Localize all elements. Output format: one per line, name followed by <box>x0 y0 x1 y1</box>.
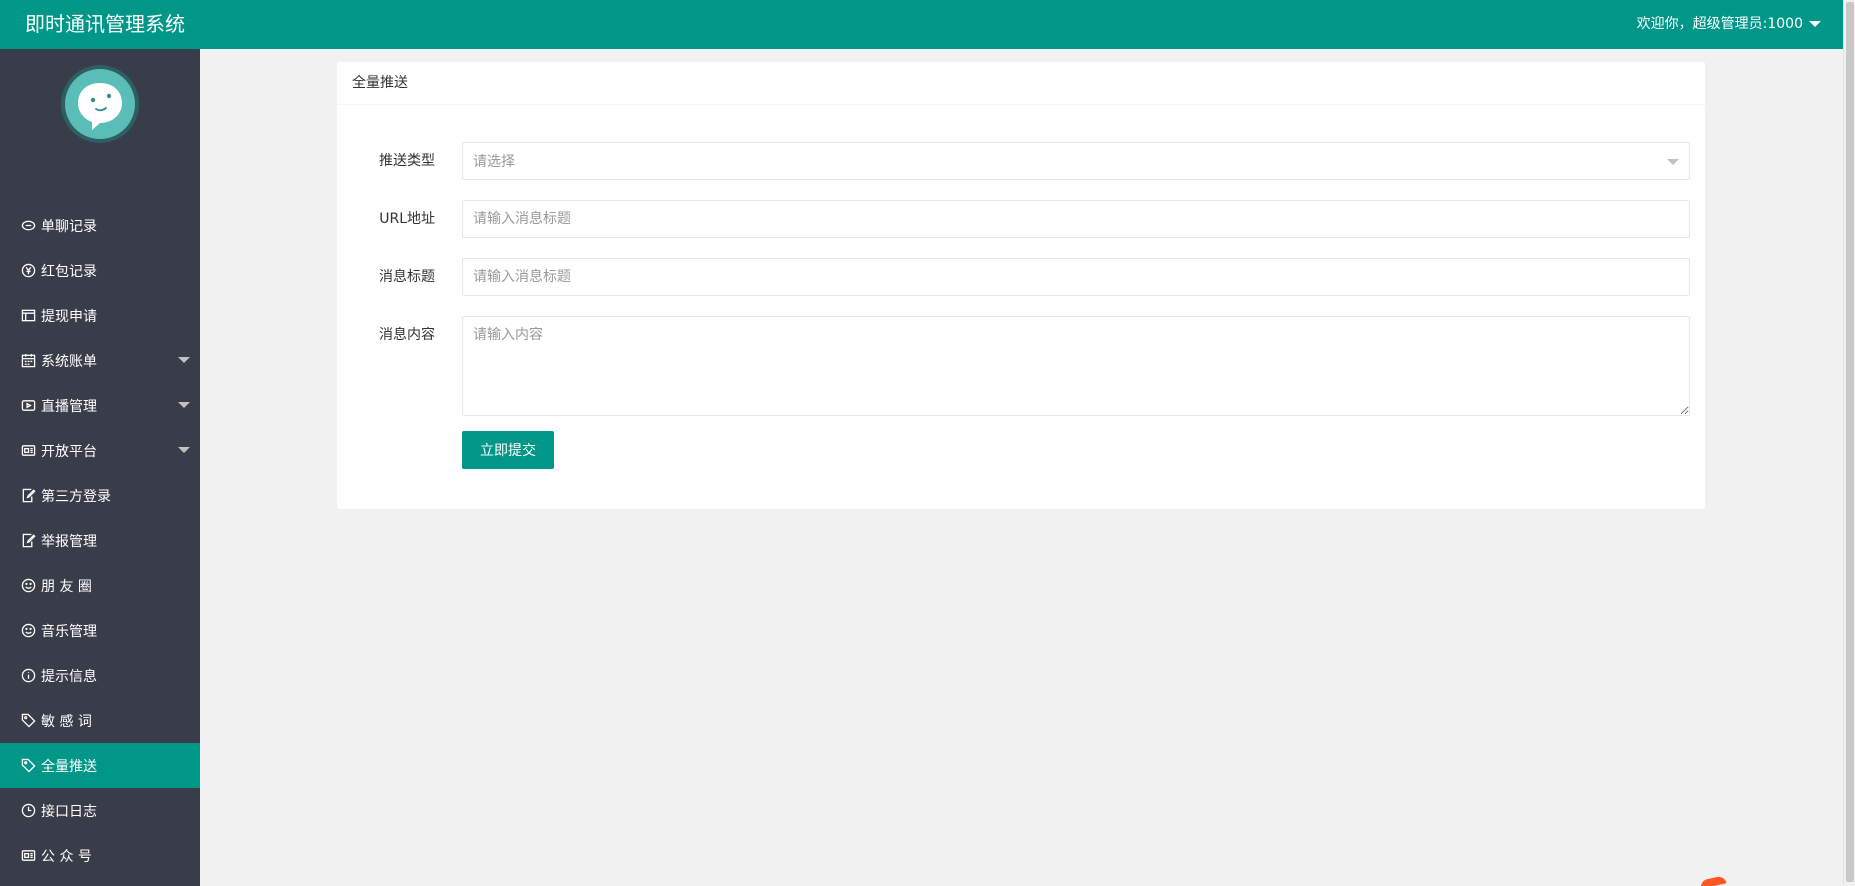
sidebar-item-label: 系统账单 <box>41 353 97 370</box>
sidebar-item-label: 朋 友 圈 <box>41 578 92 595</box>
sidebar-item-api-log[interactable]: 接口日志 <box>0 788 200 833</box>
sidebar-item-label: 敏 感 词 <box>41 713 92 730</box>
sidebar-item-label: 单聊记录 <box>41 218 97 235</box>
app-icon <box>20 848 36 864</box>
sidebar-item-chat-records[interactable]: 单聊记录 <box>0 203 200 248</box>
sidebar-item-label: 第三方登录 <box>41 488 111 505</box>
sidebar-item-label: 全量推送 <box>41 758 97 775</box>
url-input[interactable] <box>462 200 1690 238</box>
user-greeting: 欢迎你，超级管理员:1000 <box>1636 16 1803 32</box>
tag-icon <box>20 713 36 729</box>
chevron-down-icon <box>1809 21 1821 27</box>
sidebar-item-label: 公 众 号 <box>41 848 92 865</box>
sidebar-item-open-platform[interactable]: 开放平台 <box>0 428 200 473</box>
sidebar-item-full-push[interactable]: 全量推送 <box>0 743 200 788</box>
push-type-placeholder: 请选择 <box>473 154 515 170</box>
sidebar-item-official-account[interactable]: 公 众 号 <box>0 833 200 878</box>
sidebar-item-live[interactable]: 直播管理 <box>0 383 200 428</box>
sidebar-item-report[interactable]: 举报管理 <box>0 518 200 563</box>
sidebar-item-label: 开放平台 <box>41 443 97 460</box>
sidebar-item-red-packet[interactable]: 红包记录 <box>0 248 200 293</box>
app-icon <box>20 443 36 459</box>
table-icon <box>20 308 36 324</box>
chevron-down-icon <box>178 402 190 408</box>
smile-icon <box>20 623 36 639</box>
sidebar-item-label: 直播管理 <box>41 398 97 415</box>
tag-icon <box>20 758 36 774</box>
chevron-down-icon <box>178 357 190 363</box>
sidebar-item-label: 红包记录 <box>41 263 97 280</box>
full-push-card: 全量推送 推送类型 请选择 URL地址 消息标题 消息内容 立即提交 <box>337 62 1705 509</box>
message-content-textarea[interactable] <box>462 316 1690 416</box>
edit-icon <box>20 533 36 549</box>
submit-button[interactable]: 立即提交 <box>462 431 554 469</box>
sidebar-item-music[interactable]: 音乐管理 <box>0 608 200 653</box>
yuan-icon <box>20 263 36 279</box>
sidebar-item-moments[interactable]: 朋 友 圈 <box>0 563 200 608</box>
sidebar-item-label: 接口日志 <box>41 803 97 820</box>
sidebar-item-third-party-login[interactable]: 第三方登录 <box>0 473 200 518</box>
sidebar-item-withdraw[interactable]: 提现申请 <box>0 293 200 338</box>
chat-icon <box>20 218 36 234</box>
corner-decoration <box>1699 875 1727 886</box>
chevron-down-icon <box>178 447 190 453</box>
sidebar-nav: 单聊记录 红包记录 提现申请 系统账单 直播管理 开放平台 第三方登录 举报管理… <box>0 203 200 878</box>
edit-icon <box>20 488 36 504</box>
message-content-label: 消息内容 <box>379 327 435 343</box>
sidebar-item-sensitive-words[interactable]: 敏 感 词 <box>0 698 200 743</box>
clock-icon <box>20 803 36 819</box>
smile-icon <box>20 578 36 594</box>
push-type-select[interactable]: 请选择 <box>462 142 1690 180</box>
info-icon <box>20 668 36 684</box>
sidebar-item-label: 提现申请 <box>41 308 97 325</box>
user-menu[interactable]: 欢迎你，超级管理员:1000 <box>1637 15 1821 33</box>
message-title-label: 消息标题 <box>379 269 435 285</box>
chat-bubble-face-logo-icon <box>65 69 135 139</box>
push-type-label: 推送类型 <box>379 153 435 169</box>
sidebar-item-tips[interactable]: 提示信息 <box>0 653 200 698</box>
sidebar-item-label: 举报管理 <box>41 533 97 550</box>
sidebar-item-label: 提示信息 <box>41 668 97 685</box>
message-title-input[interactable] <box>462 258 1690 296</box>
url-label: URL地址 <box>379 211 435 227</box>
chevron-down-icon <box>1667 159 1679 165</box>
calendar-icon <box>20 353 36 369</box>
video-icon <box>20 398 36 414</box>
sidebar-item-label: 音乐管理 <box>41 623 97 640</box>
scrollbar-thumb[interactable] <box>1846 2 1854 882</box>
sidebar-item-system-bill[interactable]: 系统账单 <box>0 338 200 383</box>
app-title: 即时通讯管理系统 <box>25 12 185 36</box>
vertical-scrollbar[interactable] <box>1843 0 1855 886</box>
logo <box>61 65 139 143</box>
card-title: 全量推送 <box>337 62 1705 105</box>
sidebar: 单聊记录 红包记录 提现申请 系统账单 直播管理 开放平台 第三方登录 举报管理… <box>0 49 200 886</box>
top-header: 即时通讯管理系统 欢迎你，超级管理员:1000 <box>0 0 1843 49</box>
